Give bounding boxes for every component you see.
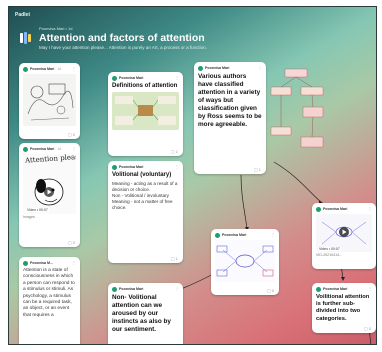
post-video[interactable]: Video • 00:07 <box>316 214 372 252</box>
post-card[interactable]: Poonvisa Mari ⋮ Definitions of attention … <box>108 72 183 156</box>
post-time: 1d <box>57 67 61 71</box>
post-author: Poonvisa Mari <box>222 233 247 237</box>
more-dots-icon[interactable]: ⋮ <box>175 165 179 169</box>
comment-count-value: 1 <box>175 256 178 261</box>
comment-count[interactable]: ▢ 0 <box>68 240 75 245</box>
comment-count[interactable]: ▢ 1 <box>254 167 261 172</box>
avatar-icon <box>112 164 117 170</box>
avatar-icon <box>112 75 117 81</box>
post-image[interactable] <box>112 92 179 130</box>
comment-count-value: 0 <box>368 326 371 331</box>
post-card[interactable]: Poonvisa Mari ⋮ Various authors have clas… <box>194 62 266 174</box>
comment-count[interactable]: ▢ 0 <box>68 132 75 137</box>
post-time: 1d <box>57 147 61 151</box>
post-title: Definitions of attention <box>112 83 178 89</box>
comment-count[interactable]: ▢ 1 <box>171 256 178 261</box>
post-author: Poonvisa Mari <box>119 165 144 169</box>
video-duration-label: Video • 00:07 <box>26 208 49 212</box>
post-card[interactable]: Poonvisa Mari 1d ⋮ ▢ 0 <box>19 63 80 139</box>
post-title: Voilitional attention is further sub-div… <box>316 294 370 322</box>
more-dots-icon[interactable]: ⋮ <box>175 287 179 291</box>
post-video[interactable]: Attention please Video • 00:07 <box>23 154 76 214</box>
post-title: Non- Volitional attention can we aroused… <box>112 294 171 333</box>
comment-icon: ▢ <box>171 344 175 345</box>
post-author: Poonvisa Mari <box>323 207 348 211</box>
post-author: Poonvisa Mari <box>119 76 144 80</box>
screenshot-frame: Padlet Poonvisa Mari • 1d Attention and … <box>0 0 382 352</box>
avatar-icon <box>23 260 28 266</box>
video-handwritten-title: Attention please <box>24 154 76 165</box>
more-dots-icon[interactable]: ⋮ <box>72 261 76 265</box>
comment-count[interactable]: ▢ 0 <box>171 344 178 345</box>
comment-count-value: 1 <box>175 149 178 154</box>
arrowhead <box>341 277 345 281</box>
post-card[interactable]: Poonvisa Mari 1d ⋮ Attention please Video … <box>19 143 80 247</box>
post-author: Poonvisa Mari <box>323 287 348 291</box>
avatar-icon <box>23 146 28 152</box>
post-author: Poonvisa M... <box>30 261 53 265</box>
post-image[interactable] <box>23 74 76 126</box>
comment-count-value: 0 <box>72 132 75 137</box>
comment-count[interactable]: ▢ 0 <box>364 326 371 331</box>
post-card[interactable]: Poonvisa Mari ⋮ Video • 00:07 VID-2021041… <box>312 203 376 269</box>
comment-count[interactable]: ▢ 0 <box>267 288 274 293</box>
avatar-icon <box>215 232 220 238</box>
comment-icon: ▢ <box>363 326 368 331</box>
post-card[interactable]: Poonvisa Mari ⋮ ▢ 0 <box>211 229 279 295</box>
post-body: Meaning - acting as a result of a decisi… <box>112 181 178 210</box>
avatar-icon <box>316 286 321 292</box>
avatar-icon <box>23 66 28 72</box>
comment-icon: ▢ <box>67 132 72 137</box>
post-card[interactable]: Poonvisa Mari ⋮ Voilitional attention is … <box>312 283 376 333</box>
more-dots-icon[interactable]: ⋮ <box>368 287 372 291</box>
avatar-icon <box>112 286 117 292</box>
comment-icon: ▢ <box>67 240 72 245</box>
post-title: Volitional (voluntary) <box>112 172 172 178</box>
more-dots-icon[interactable]: ⋮ <box>368 207 372 211</box>
post-author: Poonvisa Mari <box>30 67 55 71</box>
comment-count-value: 0 <box>271 288 274 293</box>
post-card[interactable]: Poonvisa M... ⋮ Attention is a state of c… <box>19 257 80 344</box>
connector-line <box>240 174 248 230</box>
comment-count[interactable]: ▢ 1 <box>171 149 178 154</box>
comment-count-value: 0 <box>72 240 75 245</box>
post-caption: Images <box>23 215 35 219</box>
avatar-icon <box>316 206 321 212</box>
more-dots-icon[interactable]: ⋮ <box>72 67 76 71</box>
comment-icon: ▢ <box>266 288 271 293</box>
padlet-board: Padlet Poonvisa Mari • 1d Attention and … <box>8 6 377 345</box>
comment-icon: ▢ <box>170 149 175 154</box>
comment-icon: ▢ <box>170 256 175 261</box>
post-author: Poonvisa Mari <box>119 287 144 291</box>
more-dots-icon[interactable]: ⋮ <box>258 66 262 70</box>
post-image[interactable] <box>215 240 275 282</box>
more-dots-icon[interactable]: ⋮ <box>271 233 275 237</box>
post-author: Poonvisa Mari <box>30 147 55 151</box>
flowchart-image <box>270 68 324 148</box>
post-author: Poonvisa Mari <box>205 66 230 70</box>
comment-count-value: 1 <box>258 167 261 172</box>
comment-icon: ▢ <box>253 167 258 172</box>
more-dots-icon[interactable]: ⋮ <box>72 147 76 151</box>
post-card[interactable]: Poonvisa Mari ⋮ Non- Volitional attention… <box>108 283 183 345</box>
post-caption: VID-20210414... <box>316 253 343 257</box>
comment-count-value: 0 <box>176 344 178 345</box>
video-duration-label: Video • 00:07 <box>318 247 341 251</box>
post-body: Attention is a state of consciousness in… <box>23 268 75 318</box>
more-dots-icon[interactable]: ⋮ <box>175 76 179 80</box>
post-card[interactable]: Poonvisa Mari ⋮ Volitional (voluntary) Me… <box>108 161 183 263</box>
post-title: Various authors have classified attentio… <box>198 73 262 128</box>
avatar-icon <box>198 65 203 71</box>
